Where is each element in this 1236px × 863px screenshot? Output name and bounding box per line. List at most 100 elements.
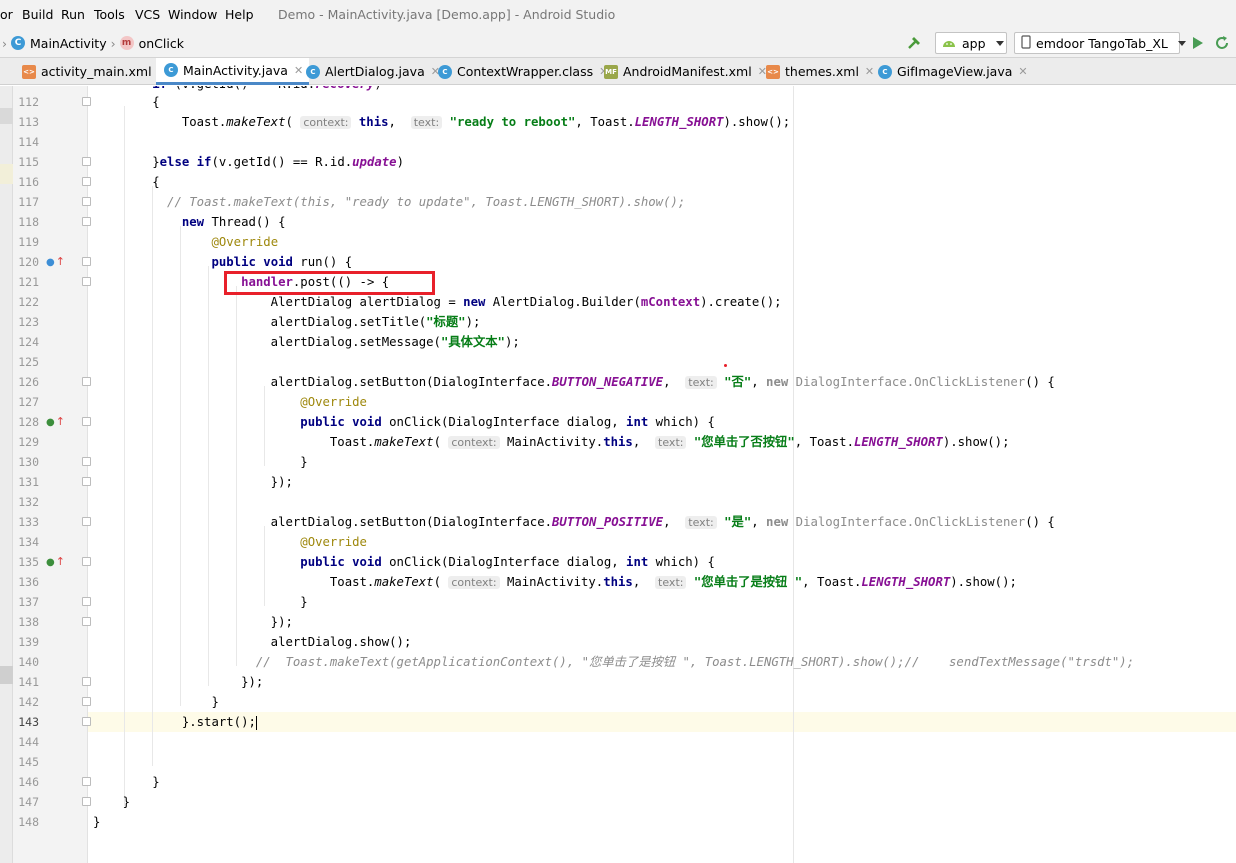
code-line: { — [93, 95, 160, 109]
bookmark-marker — [0, 164, 13, 184]
line-number: 113 — [18, 115, 39, 129]
code-line: } — [93, 695, 219, 709]
fold-marker[interactable] — [82, 557, 91, 566]
fold-marker[interactable] — [82, 717, 91, 726]
highlight-box — [224, 271, 435, 295]
bookmark-marker — [0, 666, 13, 684]
code-line: AlertDialog alertDialog = new AlertDialo… — [93, 295, 782, 309]
module-selector[interactable]: app — [935, 32, 1007, 54]
fold-marker[interactable] — [82, 417, 91, 426]
menu-item-help[interactable]: Help — [225, 7, 254, 22]
manifest-icon: MF — [604, 64, 618, 79]
xml-file-icon: <> — [766, 64, 780, 79]
code-line: public void onClick(DialogInterface dial… — [300, 555, 715, 569]
fold-marker[interactable] — [82, 517, 91, 526]
line-number: 115 — [18, 155, 39, 169]
hammer-icon[interactable] — [906, 34, 924, 55]
fold-marker[interactable] — [82, 157, 91, 166]
breadcrumb-method[interactable]: onClick — [139, 36, 184, 51]
fold-marker[interactable] — [82, 777, 91, 786]
device-selector[interactable]: emdoor TangoTab_XL — [1014, 32, 1186, 54]
string-literal: "您单击了是按钮 " — [693, 575, 803, 589]
code-line: }); — [93, 675, 264, 689]
code-editor[interactable]: if (v.getId() == R.id.recovery) 112 113 … — [0, 86, 1236, 863]
line-number: 116 — [18, 175, 39, 189]
code-line: Toast.makeText( context: MainActivity.th… — [93, 575, 1017, 589]
param-hint: text: — [685, 376, 717, 389]
implements-method-icon[interactable]: ●↑ — [46, 412, 65, 432]
line-number: 123 — [18, 315, 39, 329]
line-number: 146 — [18, 775, 39, 789]
text-caret — [255, 715, 257, 730]
tab-label: MainActivity.java — [183, 62, 288, 78]
param-hint: text: — [685, 516, 717, 529]
fold-marker[interactable] — [82, 377, 91, 386]
line-number: 135 — [18, 555, 39, 569]
line-number: 147 — [18, 795, 39, 809]
fold-marker[interactable] — [82, 217, 91, 226]
close-icon[interactable]: ✕ — [1018, 65, 1027, 78]
code-line: } — [93, 795, 131, 809]
code-line: @Override — [300, 395, 367, 409]
tab-themes-xml[interactable]: <> themes.xml ✕ — [758, 58, 880, 85]
tool-window-strip — [0, 86, 13, 863]
code-line: // Toast.makeText(getApplicationContext(… — [93, 652, 1134, 672]
fold-marker[interactable] — [82, 257, 91, 266]
navigation-bar: › C MainActivity › m onClick app emdoor … — [0, 29, 1236, 58]
tab-context-wrapper-class[interactable]: C ContextWrapper.class✕ — [430, 58, 614, 85]
string-literal: "标题" — [426, 315, 466, 329]
code-line: alertDialog.show(); — [93, 635, 412, 649]
fold-marker[interactable] — [82, 457, 91, 466]
param-hint: context: — [300, 116, 352, 129]
code-line: @Override — [211, 235, 279, 249]
tab-alert-dialog-java[interactable]: C AlertDialog.java ✕ — [298, 58, 446, 85]
menu-item-vcs[interactable]: VCS — [135, 7, 160, 22]
line-number: 112 — [18, 95, 39, 109]
menu-item-build[interactable]: Build — [22, 7, 53, 22]
code-line: alertDialog.setButton(DialogInterface.BU… — [93, 375, 1055, 389]
menu-item-tools[interactable]: Tools — [94, 7, 125, 22]
code-line: } — [93, 595, 308, 609]
line-number: 141 — [18, 675, 39, 689]
implements-method-icon[interactable]: ●↑ — [46, 552, 65, 572]
code-line: } — [93, 815, 101, 829]
xml-file-icon: <> — [22, 64, 36, 79]
fold-marker[interactable] — [82, 277, 91, 286]
editor-tab-bar: <> activity_main.xml✕ C MainActivity.jav… — [0, 58, 1236, 85]
module-name: app — [962, 35, 986, 51]
line-number: 148 — [18, 815, 39, 829]
tab-android-manifest-xml[interactable]: MF AndroidManifest.xml ✕ — [596, 58, 773, 85]
fold-marker[interactable] — [82, 97, 91, 106]
line-number: 119 — [18, 235, 39, 249]
run-icon[interactable] — [1191, 35, 1205, 54]
code-line: }); — [93, 475, 293, 489]
tab-main-activity-java[interactable]: C MainActivity.java ✕ — [156, 58, 310, 85]
apply-changes-icon[interactable] — [1214, 35, 1230, 54]
tab-label: AndroidManifest.xml — [623, 64, 752, 79]
string-literal: "否" — [724, 375, 752, 389]
fold-marker[interactable] — [82, 477, 91, 486]
line-number: 124 — [18, 335, 39, 349]
menu-bar: or Build Run Tools VCS Window Help Demo … — [0, 0, 1236, 29]
fold-marker[interactable] — [82, 177, 91, 186]
chevron-right-icon: › — [2, 35, 7, 51]
line-number: 145 — [18, 755, 39, 769]
device-icon — [1021, 34, 1031, 52]
menu-item-editor[interactable]: or — [0, 7, 13, 22]
line-number: 126 — [18, 375, 39, 389]
fold-marker[interactable] — [82, 597, 91, 606]
tab-activity-main-xml[interactable]: <> activity_main.xml✕ — [14, 58, 173, 85]
fold-marker[interactable] — [82, 797, 91, 806]
fold-marker[interactable] — [82, 197, 91, 206]
menu-item-run[interactable]: Run — [61, 7, 85, 22]
fold-marker[interactable] — [82, 617, 91, 626]
implements-method-icon[interactable]: ●↑ — [46, 252, 65, 272]
fold-marker[interactable] — [82, 677, 91, 686]
breadcrumb-class[interactable]: MainActivity — [30, 36, 107, 51]
line-number: 132 — [18, 495, 39, 509]
fold-marker[interactable] — [82, 697, 91, 706]
tab-label: themes.xml — [785, 64, 859, 79]
code-line: alertDialog.setTitle("标题"); — [93, 315, 481, 329]
tab-gif-image-view-java[interactable]: C GifImageView.java ✕ — [870, 58, 1034, 85]
menu-item-window[interactable]: Window — [168, 7, 217, 22]
